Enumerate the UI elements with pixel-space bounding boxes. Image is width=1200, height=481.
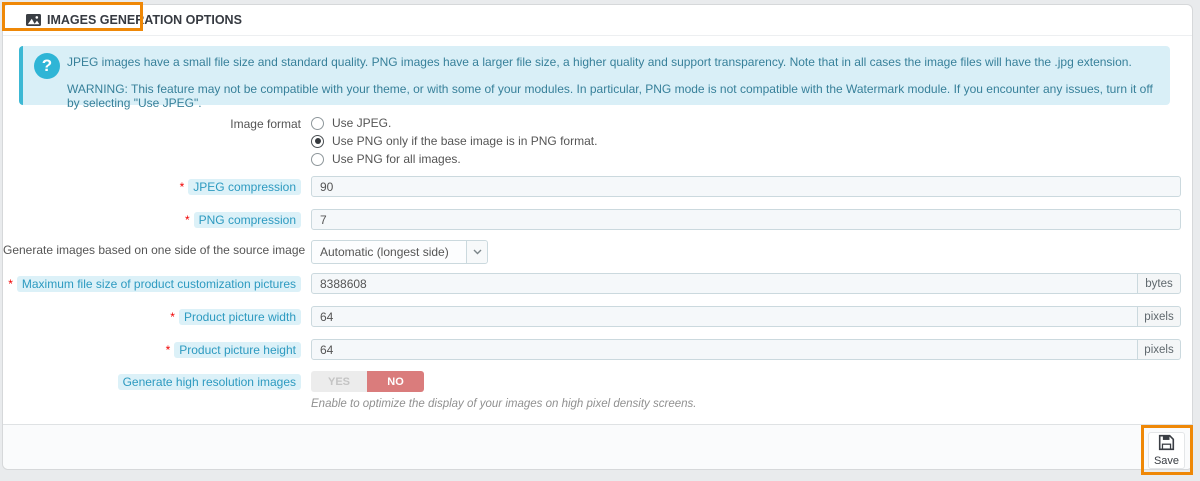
images-generation-options-panel: IMAGES GENERATION OPTIONS ? JPEG images … [2, 4, 1193, 470]
info-line-2: WARNING: This feature may not be compati… [67, 82, 1154, 110]
radio-label: Use JPEG. [332, 116, 391, 130]
radio-option-use-jpeg[interactable]: Use JPEG. [311, 114, 1181, 132]
radio-icon[interactable] [311, 153, 324, 166]
product-picture-width-input[interactable] [311, 306, 1138, 327]
unit-addon-pixels: pixels [1137, 306, 1181, 327]
radio-option-use-png-all[interactable]: Use PNG for all images. [311, 150, 1181, 168]
required-asterisk: * [170, 310, 175, 324]
unit-addon-pixels: pixels [1137, 339, 1181, 360]
info-line-1: JPEG images have a small file size and s… [67, 55, 1154, 69]
png-compression-input[interactable] [311, 209, 1181, 230]
product-picture-width-label: *Product picture width [3, 306, 301, 325]
max-customization-size-label: *Maximum file size of product customizat… [3, 273, 301, 292]
high-resolution-help-text: Enable to optimize the display of your i… [311, 398, 696, 410]
high-resolution-toggle: YES NO [311, 371, 1181, 392]
chevron-down-icon [466, 241, 487, 263]
save-icon [1158, 434, 1175, 455]
product-picture-height-input[interactable] [311, 339, 1138, 360]
jpeg-compression-label: *JPEG compression [3, 176, 301, 195]
required-asterisk: * [166, 343, 171, 357]
max-customization-size-input[interactable] [311, 273, 1138, 294]
panel-header: IMAGES GENERATION OPTIONS [3, 5, 1192, 36]
images-generation-options-page: { "colors": { "annotation_highlight": "#… [0, 0, 1200, 481]
radio-label: Use PNG for all images. [332, 152, 461, 166]
png-compression-row: *PNG compression [3, 209, 1181, 230]
radio-label: Use PNG only if the base image is in PNG… [332, 134, 597, 148]
radio-icon[interactable] [311, 117, 324, 130]
radio-option-use-png-base[interactable]: Use PNG only if the base image is in PNG… [311, 132, 1181, 150]
toggle-yes-button[interactable]: YES [311, 371, 367, 392]
question-icon: ? [34, 53, 60, 79]
required-asterisk: * [180, 180, 185, 194]
base-side-select[interactable]: Automatic (longest side) [311, 240, 488, 264]
panel-footer: Save [3, 424, 1192, 469]
high-resolution-label: Generate high resolution images [3, 371, 301, 390]
jpeg-compression-input[interactable] [311, 176, 1181, 197]
product-picture-width-row: *Product picture width pixels [3, 306, 1181, 327]
image-format-row: Image format Use JPEG. Use PNG only if t… [3, 114, 1181, 168]
base-side-label: Generate images based on one side of the… [3, 240, 301, 257]
image-format-options: Use JPEG. Use PNG only if the base image… [311, 114, 1181, 168]
unit-addon-bytes: bytes [1137, 273, 1181, 294]
base-side-row: Generate images based on one side of the… [3, 240, 1181, 264]
product-picture-height-row: *Product picture height pixels [3, 339, 1181, 360]
save-button[interactable]: Save [1148, 432, 1185, 469]
high-resolution-row: Generate high resolution images YES NO [3, 371, 1181, 392]
png-compression-label: *PNG compression [3, 209, 301, 228]
required-asterisk: * [185, 213, 190, 227]
selected-option: Automatic (longest side) [312, 245, 466, 259]
radio-icon-checked[interactable] [311, 135, 324, 148]
image-icon [26, 14, 41, 26]
jpeg-compression-row: *JPEG compression [3, 176, 1181, 197]
info-alert: ? JPEG images have a small file size and… [19, 46, 1170, 105]
max-customization-size-row: *Maximum file size of product customizat… [3, 273, 1181, 294]
image-format-label: Image format [3, 114, 301, 131]
panel-title: IMAGES GENERATION OPTIONS [47, 13, 242, 27]
product-picture-height-label: *Product picture height [3, 339, 301, 358]
toggle-no-button[interactable]: NO [367, 371, 424, 392]
high-resolution-help-row: Enable to optimize the display of your i… [3, 396, 1181, 410]
required-asterisk: * [8, 277, 13, 291]
save-button-label: Save [1154, 455, 1179, 467]
